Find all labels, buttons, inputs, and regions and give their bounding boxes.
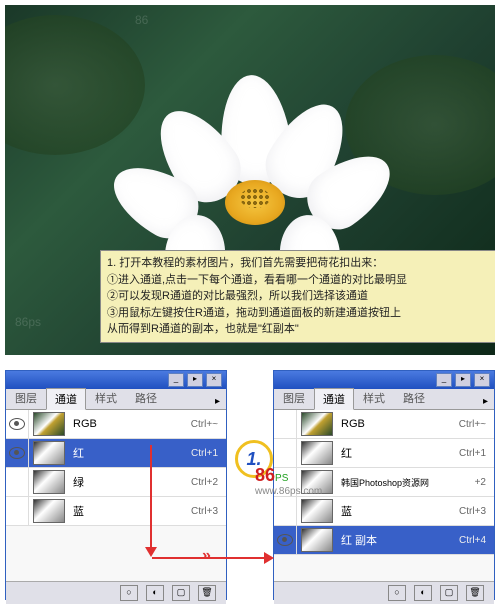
panel-footer: ○ ◐ ▢ 🗑	[274, 581, 494, 604]
save-selection-icon[interactable]: ◐	[146, 585, 164, 601]
channel-row-red[interactable]: 红 Ctrl+1	[6, 439, 226, 468]
channel-row-blue[interactable]: 蓝 Ctrl+3	[6, 497, 226, 526]
channel-name: 韩国Photoshop资源网	[337, 476, 475, 489]
delete-channel-icon[interactable]: 🗑	[466, 585, 484, 601]
channel-list: RGB Ctrl+~ 红 Ctrl+1 绿 Ctrl+2	[6, 410, 226, 581]
instruction-line: 从而得到R通道的副本，也就是"红副本"	[107, 321, 495, 338]
channel-thumbnail	[301, 499, 333, 523]
save-selection-icon[interactable]: ◐	[414, 585, 432, 601]
channel-row-rgb[interactable]: RGB Ctrl+~	[6, 410, 226, 439]
eye-icon	[277, 534, 293, 546]
channels-panel-before: _ ▸ × 图层 通道 样式 路径 ▸ RGB Ctrl+~	[5, 370, 227, 600]
instruction-line: ①进入通道,点击一下每个通道，看看哪一个通道的对比最明显	[107, 272, 495, 289]
tab-channels[interactable]: 通道	[46, 388, 86, 410]
visibility-toggle[interactable]	[6, 468, 29, 496]
leaf-background	[5, 15, 145, 155]
channel-shortcut: Ctrl+3	[191, 506, 226, 517]
tutorial-page: 86ps 86 1. 打开本教程的素材图片，我们首先需要把荷花扣出来： ①进入通…	[0, 5, 500, 605]
tab-styles[interactable]: 样式	[86, 387, 126, 409]
flower-center	[225, 180, 285, 225]
delete-channel-icon[interactable]: 🗑	[198, 585, 216, 601]
site-logo: 86PS www.86ps.com	[255, 465, 322, 497]
watermark: 86	[135, 13, 148, 27]
channel-thumbnail	[33, 441, 65, 465]
channel-shortcut: Ctrl+2	[191, 477, 226, 488]
visibility-toggle[interactable]	[274, 439, 297, 467]
minimize-button[interactable]: _	[436, 373, 452, 387]
tab-paths[interactable]: 路径	[394, 387, 434, 409]
channel-row-green[interactable]: 绿 Ctrl+2	[6, 468, 226, 497]
instruction-line: ③用鼠标左键按住R通道，拖动到通道面板的新建通道按钮上	[107, 305, 495, 322]
eye-icon	[9, 418, 25, 430]
channel-shortcut: Ctrl+3	[459, 506, 494, 517]
channel-shortcut: Ctrl+1	[459, 448, 494, 459]
tab-channels[interactable]: 通道	[314, 388, 354, 410]
channel-name: RGB	[69, 418, 191, 430]
arrow-right-icon	[152, 557, 272, 559]
new-channel-icon[interactable]: ▢	[440, 585, 458, 601]
minimize-button[interactable]: _	[168, 373, 184, 387]
channel-thumbnail	[301, 441, 333, 465]
channel-thumbnail	[33, 499, 65, 523]
panel-tabs: 图层 通道 样式 路径 ▸	[6, 389, 226, 410]
collapse-button[interactable]: ▸	[187, 373, 203, 387]
channel-shortcut: +2	[475, 477, 494, 488]
logo-text: PS	[275, 473, 288, 484]
close-button[interactable]: ×	[206, 373, 222, 387]
visibility-toggle[interactable]	[274, 526, 297, 554]
instruction-line: ②可以发现R通道的对比最强烈，所以我们选择该通道	[107, 288, 495, 305]
tab-layers[interactable]: 图层	[6, 387, 46, 409]
visibility-toggle[interactable]	[6, 410, 29, 438]
watermark: 86ps	[15, 315, 41, 329]
channel-thumbnail	[33, 412, 65, 436]
logo-url: www.86ps.com	[255, 486, 322, 497]
channel-thumbnail	[301, 528, 333, 552]
lotus-photo: 86ps 86 1. 打开本教程的素材图片，我们首先需要把荷花扣出来： ①进入通…	[5, 5, 495, 355]
channel-name: 红 副本	[337, 532, 459, 548]
channel-row-blue[interactable]: 蓝 Ctrl+3	[274, 497, 494, 526]
panel-menu-icon[interactable]: ▸	[477, 394, 494, 409]
channel-row-rgb[interactable]: RGB Ctrl+~	[274, 410, 494, 439]
visibility-toggle[interactable]	[6, 439, 29, 467]
tab-styles[interactable]: 样式	[354, 387, 394, 409]
panel-tabs: 图层 通道 样式 路径 ▸	[274, 389, 494, 410]
load-selection-icon[interactable]: ○	[388, 585, 406, 601]
load-selection-icon[interactable]: ○	[120, 585, 138, 601]
tab-paths[interactable]: 路径	[126, 387, 166, 409]
channel-shortcut: Ctrl+4	[459, 535, 494, 546]
collapse-button[interactable]: ▸	[455, 373, 471, 387]
panels-row: _ ▸ × 图层 通道 样式 路径 ▸ RGB Ctrl+~	[5, 370, 495, 600]
channel-shortcut: Ctrl+~	[191, 419, 226, 430]
tab-layers[interactable]: 图层	[274, 387, 314, 409]
visibility-toggle[interactable]	[6, 497, 29, 525]
instruction-line: 1. 打开本教程的素材图片，我们首先需要把荷花扣出来：	[107, 255, 495, 272]
new-channel-icon[interactable]: ▢	[172, 585, 190, 601]
instruction-box: 1. 打开本教程的素材图片，我们首先需要把荷花扣出来： ①进入通道,点击一下每个…	[100, 250, 495, 343]
channel-name: 蓝	[69, 503, 191, 519]
channel-name: RGB	[337, 418, 459, 430]
channel-name: 绿	[69, 474, 191, 490]
channel-name: 蓝	[337, 503, 459, 519]
close-button[interactable]: ×	[474, 373, 490, 387]
channel-row-red[interactable]: 红 Ctrl+1	[274, 439, 494, 468]
channel-shortcut: Ctrl+1	[191, 448, 226, 459]
channel-name: 红	[337, 445, 459, 461]
channel-row-red-copy[interactable]: 红 副本 Ctrl+4	[274, 526, 494, 555]
eye-icon	[9, 447, 25, 459]
visibility-toggle[interactable]	[274, 410, 297, 438]
logo-text: 86	[255, 465, 275, 485]
arrow-down-icon	[150, 445, 152, 555]
visibility-toggle[interactable]	[274, 497, 297, 525]
panel-footer: ○ ◐ ▢ 🗑	[6, 581, 226, 604]
channel-thumbnail	[301, 412, 333, 436]
channel-shortcut: Ctrl+~	[459, 419, 494, 430]
panel-menu-icon[interactable]: ▸	[209, 394, 226, 409]
channel-thumbnail	[33, 470, 65, 494]
channel-name: 红	[69, 445, 191, 461]
